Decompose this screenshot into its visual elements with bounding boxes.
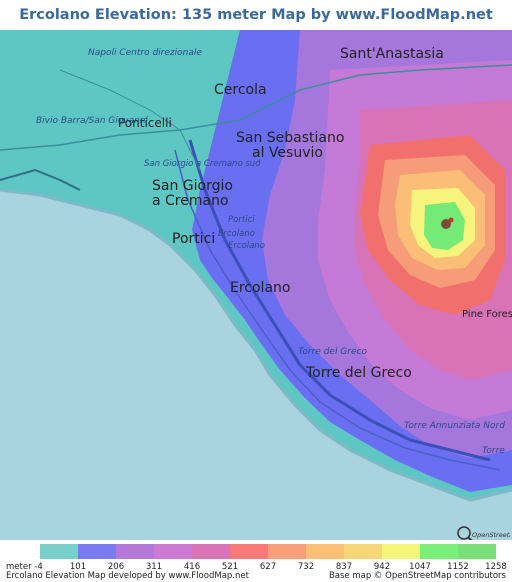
station-ercolano: Ercolano (218, 229, 255, 239)
legend-swatch (382, 544, 420, 559)
station-torre-annunziata: Torre Annunziata Nord (404, 421, 505, 431)
legend-swatch (344, 544, 382, 559)
legend-swatch (306, 544, 344, 559)
place-torre-del-greco: Torre del Greco (305, 365, 412, 381)
station-bivio-barra: Bivio Barra/San Giovanni (36, 116, 149, 126)
credit-basemap: Base map © OpenStreetMap contributors (328, 571, 506, 581)
legend-tick: 627 (259, 562, 277, 572)
place-cercola: Cercola (214, 82, 267, 98)
station-san-giorgio-sud: San Giorgio a Cremano sud (144, 159, 261, 169)
legend-swatch (78, 544, 116, 559)
place-sant-anastasia: Sant'Anastasia (340, 46, 444, 62)
station-torre-del-greco: Torre del Greco (298, 347, 367, 357)
openstreetmap-logo[interactable]: OpenStreetMap (456, 525, 510, 540)
place-portici: Portici (172, 231, 215, 247)
legend-swatch (40, 544, 78, 559)
legend-swatch (192, 544, 230, 559)
station-ercolano-scavi: Ercolano (228, 241, 265, 251)
place-al-vesuvio: al Vesuvio (252, 145, 323, 161)
place-san-giorgio: San Giorgio (152, 178, 233, 194)
station-portici: Portici (228, 215, 255, 225)
station-napoli-centro: Napoli Centro direzionale (88, 48, 202, 58)
legend-swatch (116, 544, 154, 559)
place-pine-forest: Pine Forest (462, 309, 512, 320)
elevation-map[interactable]: Sant'Anastasia Cercola San Sebastiano al… (0, 30, 512, 540)
place-a-cremano: a Cremano (152, 193, 229, 209)
summit-marker-icon (448, 217, 454, 223)
map-canvas[interactable]: Sant'Anastasia Cercola San Sebastiano al… (0, 30, 512, 540)
elevation-legend: meter -4 101 206 311 416 521 627 732 837 942 1047… (0, 540, 512, 582)
place-san-sebastiano: San Sebastiano (236, 130, 344, 146)
legend-swatch (154, 544, 192, 559)
legend-swatch (268, 544, 306, 559)
legend-tick: 732 (297, 562, 315, 572)
station-torre: Torre (482, 446, 505, 456)
credit-developer: Ercolano Elevation Map developed by www.… (6, 571, 249, 581)
place-ercolano: Ercolano (230, 280, 290, 296)
legend-swatch (420, 544, 458, 559)
legend-swatch (230, 544, 268, 559)
osm-logo-text: OpenStreetMap (472, 531, 510, 539)
page-title: Ercolano Elevation: 135 meter Map by www… (19, 7, 493, 53)
legend-swatch (458, 544, 496, 559)
